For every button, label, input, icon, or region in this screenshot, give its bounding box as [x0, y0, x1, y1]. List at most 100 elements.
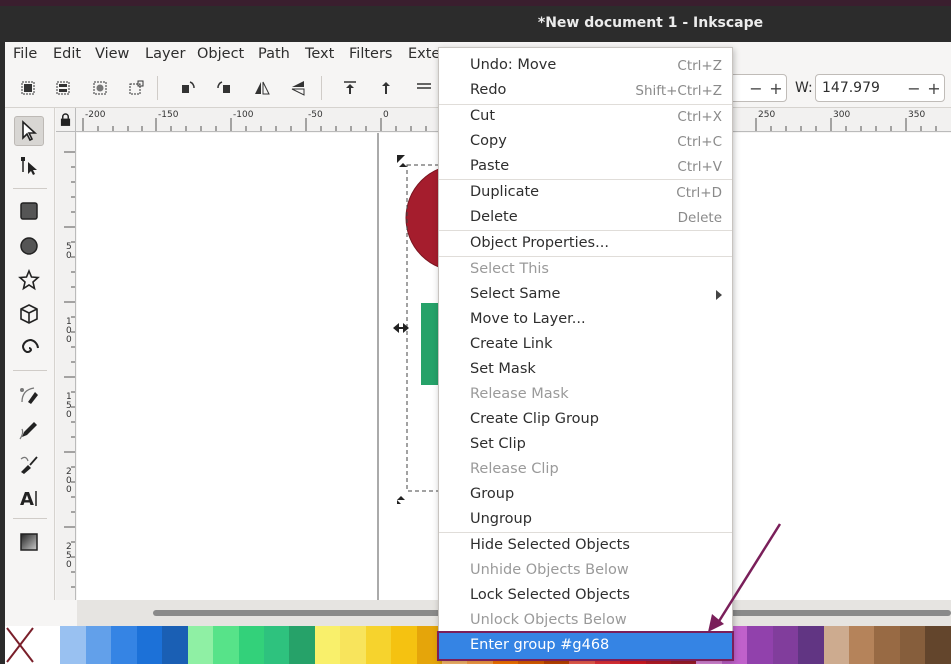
- title-bar: *New document 1 - Inkscape: [0, 6, 951, 42]
- select-all-layers-icon[interactable]: [52, 77, 74, 99]
- raise-icon[interactable]: [375, 77, 397, 99]
- raise-to-top-icon[interactable]: [339, 77, 361, 99]
- minus-button[interactable]: −: [746, 79, 766, 98]
- color-swatch[interactable]: [925, 626, 950, 664]
- select-all-icon[interactable]: [17, 77, 39, 99]
- ruler-label: 0: [66, 335, 72, 345]
- node-tool-icon[interactable]: [14, 150, 44, 180]
- menu-item-select-same[interactable]: Select Same: [439, 282, 732, 307]
- width-value[interactable]: 147.979: [816, 80, 904, 96]
- menu-layer[interactable]: Layer: [145, 46, 185, 62]
- rotate-cw-icon[interactable]: [213, 77, 235, 99]
- menu-item-delete[interactable]: DeleteDelete: [439, 205, 732, 230]
- color-swatch[interactable]: [188, 626, 213, 664]
- no-paint-swatch[interactable]: [5, 626, 35, 664]
- menu-item-cut[interactable]: CutCtrl+X: [439, 104, 732, 129]
- text-tool-icon[interactable]: A: [14, 483, 44, 513]
- invert-selection-icon[interactable]: [89, 77, 111, 99]
- 3d-box-tool-icon[interactable]: [14, 299, 44, 329]
- status-corner: [5, 600, 77, 626]
- vertical-ruler: 5 0 1 0 0 1 5 0 2 0 0 2 5 0: [56, 132, 76, 600]
- color-swatch[interactable]: [391, 626, 416, 664]
- color-swatch[interactable]: [900, 626, 925, 664]
- rectangle-tool-icon[interactable]: [14, 196, 44, 226]
- star-tool-icon[interactable]: [14, 265, 44, 295]
- menu-item-duplicate[interactable]: DuplicateCtrl+D: [439, 180, 732, 205]
- color-swatch[interactable]: [874, 626, 899, 664]
- ruler-label: 0: [66, 560, 72, 570]
- ruler-label: -50: [308, 110, 323, 120]
- circle-tool-icon[interactable]: [14, 231, 44, 261]
- menu-item-create-link[interactable]: Create Link: [439, 332, 732, 357]
- color-swatch[interactable]: [86, 626, 111, 664]
- color-swatch[interactable]: [162, 626, 187, 664]
- menu-item-group[interactable]: Group: [439, 482, 732, 507]
- color-swatch[interactable]: [798, 626, 823, 664]
- menu-item-object-properties[interactable]: Object Properties...: [439, 231, 732, 256]
- lower-icon[interactable]: [413, 77, 435, 99]
- flip-vertical-icon[interactable]: [287, 77, 309, 99]
- menu-filters[interactable]: Filters: [349, 46, 392, 62]
- menu-item-select-this: Select This: [439, 257, 732, 282]
- plus-button[interactable]: +: [766, 79, 786, 98]
- menu-text[interactable]: Text: [305, 46, 334, 62]
- menu-item-ungroup[interactable]: Ungroup: [439, 507, 732, 532]
- menu-item-unlock-below: Unlock Objects Below: [439, 608, 732, 633]
- color-swatch[interactable]: [824, 626, 849, 664]
- color-swatch[interactable]: [289, 626, 314, 664]
- calligraphy-tool-icon[interactable]: [14, 449, 44, 479]
- menu-item-undo-move[interactable]: Undo: MoveCtrl+Z: [439, 53, 732, 78]
- color-swatch[interactable]: [315, 626, 340, 664]
- color-swatch[interactable]: [137, 626, 162, 664]
- context-menu: Undo: MoveCtrl+Z RedoShift+Ctrl+Z CutCtr…: [438, 47, 733, 661]
- width-plus-button[interactable]: +: [924, 79, 944, 98]
- color-swatch[interactable]: [60, 626, 85, 664]
- color-swatch[interactable]: [773, 626, 798, 664]
- rotate-ccw-icon[interactable]: [177, 77, 199, 99]
- color-swatch[interactable]: [340, 626, 365, 664]
- width-field[interactable]: 147.979 − +: [815, 74, 945, 102]
- color-swatch[interactable]: [264, 626, 289, 664]
- color-swatch[interactable]: [35, 626, 60, 664]
- ruler-label: 0: [383, 110, 389, 120]
- menu-extensions[interactable]: Exte: [408, 46, 440, 62]
- menu-item-move-to-layer[interactable]: Move to Layer...: [439, 307, 732, 332]
- ruler-label: 0: [66, 485, 72, 495]
- menu-item-unhide-below: Unhide Objects Below: [439, 558, 732, 583]
- menu-item-set-mask[interactable]: Set Mask: [439, 357, 732, 382]
- width-minus-button[interactable]: −: [904, 79, 924, 98]
- color-swatch[interactable]: [366, 626, 391, 664]
- selector-tool-icon[interactable]: [14, 116, 44, 146]
- menu-file[interactable]: File: [13, 46, 37, 62]
- flip-horizontal-icon[interactable]: [251, 77, 273, 99]
- spiral-tool-icon[interactable]: [14, 333, 44, 363]
- menu-object[interactable]: Object: [197, 46, 244, 62]
- ruler-label: 250: [758, 110, 775, 120]
- menu-item-redo[interactable]: RedoShift+Ctrl+Z: [439, 78, 732, 103]
- menu-item-create-clip-group[interactable]: Create Clip Group: [439, 407, 732, 432]
- gradient-tool-icon[interactable]: [14, 527, 44, 557]
- menu-view[interactable]: View: [95, 46, 129, 62]
- submenu-arrow-icon: [716, 290, 722, 300]
- menu-item-copy[interactable]: CopyCtrl+C: [439, 129, 732, 154]
- ruler-label: 0: [66, 251, 72, 261]
- color-swatch[interactable]: [747, 626, 772, 664]
- toolbar-separator: [321, 76, 322, 100]
- color-swatch[interactable]: [213, 626, 238, 664]
- ruler-label: -200: [85, 110, 105, 120]
- pencil-tool-icon[interactable]: [14, 415, 44, 445]
- menu-item-paste[interactable]: PasteCtrl+V: [439, 154, 732, 179]
- menu-path[interactable]: Path: [258, 46, 290, 62]
- menu-edit[interactable]: Edit: [53, 46, 81, 62]
- menu-item-lock-selected[interactable]: Lock Selected Objects: [439, 583, 732, 608]
- ruler-label: -100: [233, 110, 253, 120]
- guide-lock-icon[interactable]: [56, 108, 76, 132]
- color-swatch[interactable]: [849, 626, 874, 664]
- menu-item-enter-group[interactable]: Enter group #g468: [439, 633, 732, 659]
- bezier-pen-tool-icon[interactable]: [14, 380, 44, 410]
- menu-item-set-clip[interactable]: Set Clip: [439, 432, 732, 457]
- deselect-icon[interactable]: [125, 77, 147, 99]
- color-swatch[interactable]: [239, 626, 264, 664]
- color-swatch[interactable]: [111, 626, 136, 664]
- menu-item-hide-selected[interactable]: Hide Selected Objects: [439, 533, 732, 558]
